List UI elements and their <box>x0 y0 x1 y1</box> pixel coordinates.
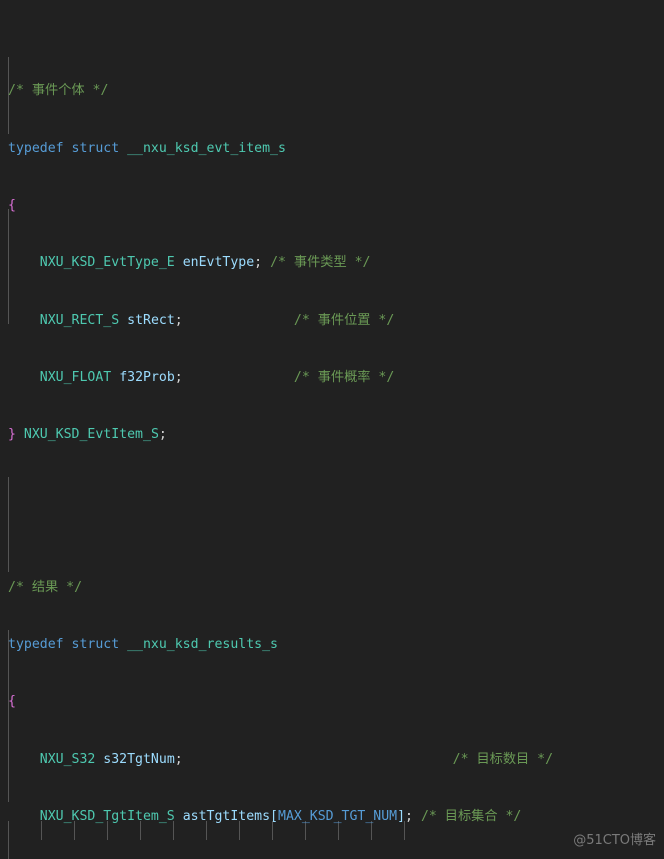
struct-tag-name: __nxu_ksd_evt_item_s <box>127 140 286 156</box>
keyword-typedef-struct: typedef struct <box>8 637 120 653</box>
member-name: astTgtItems <box>182 808 271 824</box>
semicolon: ; <box>174 751 183 767</box>
member-type: NXU_RECT_S <box>39 312 120 328</box>
code-line[interactable]: typedef struct __nxu_ksd_evt_item_s <box>8 139 664 158</box>
pad <box>183 752 453 767</box>
code-line-blank[interactable] <box>8 482 664 501</box>
code-line[interactable]: NXU_KSD_EvtType_E enEvtType; /* 事件类型 */ <box>8 253 664 272</box>
code-line[interactable]: /* 事件个体 */ <box>8 81 664 100</box>
semicolon: ; <box>174 312 183 328</box>
code-line[interactable]: NXU_KSD_TgtItem_S astTgtItems[MAX_KSD_TG… <box>8 807 664 826</box>
code-editor-viewport[interactable]: /* 事件个体 */ typedef struct __nxu_ksd_evt_… <box>0 0 664 859</box>
brace-open: { <box>8 694 16 710</box>
pad <box>183 370 294 385</box>
struct-tag-name: __nxu_ksd_results_s <box>127 637 278 653</box>
semicolon: ; <box>174 369 183 385</box>
member-name: f32Prob <box>119 369 175 385</box>
member-name: s32TgtNum <box>103 751 175 767</box>
comment-text: /* 事件个体 */ <box>8 83 109 99</box>
member-type: NXU_FLOAT <box>39 369 112 385</box>
bracket-open: [ <box>270 808 278 824</box>
array-size-macro: MAX_KSD_TGT_NUM <box>278 808 398 824</box>
semicolon: ; <box>254 255 263 271</box>
comment-text: /* 事件位置 */ <box>293 312 395 328</box>
comment-text: /* 目标集合 */ <box>420 808 522 824</box>
code-line[interactable]: NXU_RECT_S stRect; /* 事件位置 */ <box>8 311 664 330</box>
pad <box>183 313 294 328</box>
brace-close: } <box>8 427 16 443</box>
code-line[interactable]: } NXU_KSD_EvtItem_S; <box>8 425 664 444</box>
comment-text: /* 事件概率 */ <box>293 369 395 385</box>
comment-text: /* 目标数目 */ <box>452 751 554 767</box>
member-type: NXU_KSD_EvtType_E <box>39 255 175 271</box>
member-type: NXU_KSD_TgtItem_S <box>39 808 175 824</box>
comment-text: /* 结果 */ <box>8 579 83 595</box>
bracket-close: ] <box>397 808 406 824</box>
member-type: NXU_S32 <box>39 751 96 767</box>
source-code[interactable]: /* 事件个体 */ typedef struct __nxu_ksd_evt_… <box>8 5 664 859</box>
code-line[interactable]: NXU_FLOAT f32Prob; /* 事件概率 */ <box>8 368 664 387</box>
member-name: enEvtType <box>182 255 255 271</box>
member-name: stRect <box>127 312 175 328</box>
semicolon: ; <box>158 427 167 443</box>
brace-open: { <box>8 197 16 213</box>
semicolon: ; <box>405 808 413 824</box>
code-line[interactable]: /* 结果 */ <box>8 578 664 597</box>
code-line[interactable]: { <box>8 196 664 215</box>
keyword-typedef-struct: typedef struct <box>8 140 120 156</box>
code-line[interactable]: NXU_S32 s32TgtNum; /* 目标数目 */ <box>8 750 664 769</box>
code-line[interactable]: typedef struct __nxu_ksd_results_s <box>8 635 664 654</box>
comment-text: /* 事件类型 */ <box>270 255 371 271</box>
code-line[interactable]: { <box>8 692 664 711</box>
typedef-alias: NXU_KSD_EvtItem_S <box>23 427 159 443</box>
